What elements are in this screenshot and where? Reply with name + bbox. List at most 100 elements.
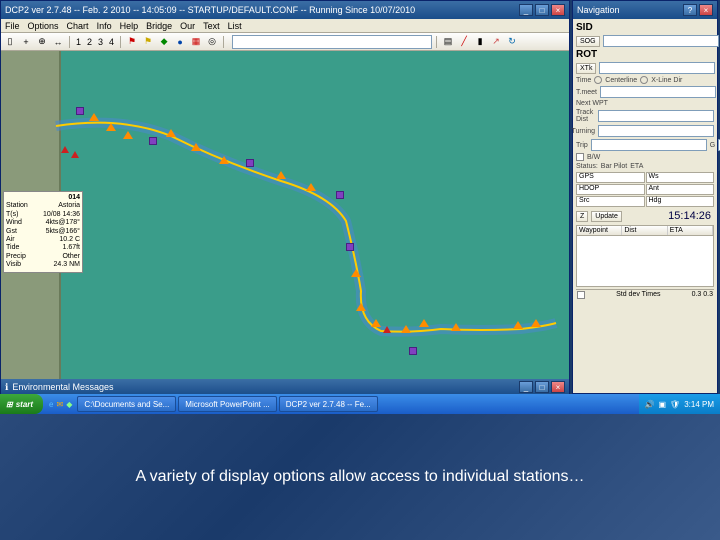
tool-globe-icon[interactable]: ● bbox=[173, 35, 187, 49]
preset-4[interactable]: 4 bbox=[107, 37, 116, 47]
tool-graph-icon[interactable]: ╱ bbox=[457, 35, 471, 49]
station-marker[interactable] bbox=[219, 156, 229, 164]
msg-maximize-button[interactable]: □ bbox=[535, 381, 549, 393]
preset-1[interactable]: 1 bbox=[74, 37, 83, 47]
msg-minimize-button[interactable]: _ bbox=[519, 381, 533, 393]
tool-select-icon[interactable]: ▯ bbox=[3, 35, 17, 49]
station-marker[interactable] bbox=[451, 323, 461, 331]
menu-text[interactable]: Text bbox=[203, 21, 220, 31]
station-marker[interactable] bbox=[336, 191, 344, 199]
menu-bridge[interactable]: Bridge bbox=[146, 21, 172, 31]
status-label: Status: bbox=[576, 163, 598, 170]
task-button[interactable]: Microsoft PowerPoint ... bbox=[178, 396, 276, 412]
sog-input[interactable] bbox=[603, 35, 719, 47]
nav-close-button[interactable]: × bbox=[699, 4, 713, 16]
turning-input[interactable] bbox=[598, 125, 714, 137]
minimize-button[interactable]: _ bbox=[519, 4, 533, 16]
station-marker[interactable] bbox=[246, 159, 254, 167]
station-marker[interactable] bbox=[71, 151, 79, 158]
menu-chart[interactable]: Chart bbox=[67, 21, 89, 31]
preset-2[interactable]: 2 bbox=[85, 37, 94, 47]
tool-flag-yellow-icon[interactable]: ⚑ bbox=[141, 35, 155, 49]
station-marker[interactable] bbox=[191, 143, 201, 151]
station-marker[interactable] bbox=[401, 325, 411, 333]
station-marker[interactable] bbox=[106, 123, 116, 131]
tool-crosshair-icon[interactable]: + bbox=[19, 35, 33, 49]
msg-close-button[interactable]: × bbox=[551, 381, 565, 393]
col-dist[interactable]: Dist bbox=[622, 226, 667, 235]
sog-button[interactable]: SOG bbox=[576, 36, 600, 47]
station-marker[interactable] bbox=[383, 326, 391, 333]
menu-list[interactable]: List bbox=[228, 21, 242, 31]
quicklaunch-outlook-icon[interactable]: ✉ bbox=[57, 400, 64, 409]
stddev-value: 0.3 0.3 bbox=[692, 291, 713, 299]
xline-radio[interactable] bbox=[640, 76, 648, 84]
tray-shield-icon[interactable]: 🛡 bbox=[670, 400, 680, 409]
tmeet-input[interactable] bbox=[600, 86, 716, 98]
menu-options[interactable]: Options bbox=[28, 21, 59, 31]
tool-flag-red-icon[interactable]: ⚑ bbox=[125, 35, 139, 49]
map-viewport[interactable]: 014 StationAstoria T(s)10/08 14:36 Wind4… bbox=[1, 51, 569, 379]
tray-volume-icon[interactable]: 🔊 bbox=[645, 400, 655, 409]
menu-our[interactable]: Our bbox=[180, 21, 195, 31]
task-button[interactable]: DCP2 ver 2.7.48 -- Fe... bbox=[279, 396, 378, 412]
tool-refresh-icon[interactable]: ↻ bbox=[505, 35, 519, 49]
bw-checkbox[interactable] bbox=[576, 153, 584, 161]
tray-network-icon[interactable]: ▣ bbox=[658, 400, 666, 409]
station-marker[interactable] bbox=[123, 131, 133, 139]
z-button[interactable]: Z bbox=[576, 211, 588, 222]
toolbar-dropdown[interactable] bbox=[232, 35, 432, 49]
col-waypoint[interactable]: Waypoint bbox=[577, 226, 622, 235]
waypoint-list[interactable]: Waypoint Dist ETA bbox=[576, 225, 714, 287]
menu-help[interactable]: Help bbox=[120, 21, 139, 31]
station-marker[interactable] bbox=[356, 303, 366, 311]
station-marker[interactable] bbox=[61, 146, 69, 153]
station-marker[interactable] bbox=[513, 321, 523, 329]
close-button[interactable]: × bbox=[551, 4, 565, 16]
station-marker[interactable] bbox=[149, 137, 157, 145]
tray-clock[interactable]: 3:14 PM bbox=[684, 400, 714, 409]
tool-list-icon[interactable]: ▤ bbox=[441, 35, 455, 49]
info-label: Wind bbox=[6, 219, 22, 227]
station-marker[interactable] bbox=[276, 171, 286, 179]
station-marker[interactable] bbox=[409, 347, 417, 355]
xtk-button[interactable]: XTk bbox=[576, 63, 596, 74]
station-marker[interactable] bbox=[351, 269, 361, 277]
info-value: 5kts@166° bbox=[46, 228, 80, 236]
station-marker[interactable] bbox=[531, 319, 541, 327]
track-dist-input[interactable] bbox=[598, 110, 714, 122]
menu-file[interactable]: File bbox=[5, 21, 20, 31]
tool-zoom-icon[interactable]: ⊕ bbox=[35, 35, 49, 49]
menu-info[interactable]: Info bbox=[97, 21, 112, 31]
col-eta[interactable]: ETA bbox=[668, 226, 713, 235]
info-label: Tide bbox=[6, 244, 19, 252]
quicklaunch-app-icon[interactable]: ◆ bbox=[66, 400, 72, 409]
station-marker[interactable] bbox=[371, 319, 381, 327]
message-bar: ℹ Environmental Messages _ □ × bbox=[1, 379, 569, 395]
maximize-button[interactable]: □ bbox=[535, 4, 549, 16]
centerline-radio[interactable] bbox=[594, 76, 602, 84]
tool-chart-icon[interactable]: ▦ bbox=[189, 35, 203, 49]
trip-input[interactable] bbox=[591, 139, 707, 151]
start-button[interactable]: ⊞ start bbox=[0, 394, 43, 414]
tool-target-icon[interactable]: ◎ bbox=[205, 35, 219, 49]
tool-trend-icon[interactable]: ↗ bbox=[489, 35, 503, 49]
tool-arrow-icon[interactable]: ↔ bbox=[51, 35, 65, 49]
tool-marker-icon[interactable]: ◆ bbox=[157, 35, 171, 49]
preset-3[interactable]: 3 bbox=[96, 37, 105, 47]
station-marker[interactable] bbox=[346, 243, 354, 251]
nav-help-button[interactable]: ? bbox=[683, 4, 697, 16]
task-label: DCP2 ver 2.7.48 -- Fe... bbox=[286, 400, 371, 409]
tool-bars-icon[interactable]: ▮ bbox=[473, 35, 487, 49]
station-marker[interactable] bbox=[306, 183, 316, 191]
task-button[interactable]: C:\Documents and Se... bbox=[77, 396, 176, 412]
stddev-checkbox[interactable] bbox=[577, 291, 585, 299]
system-tray[interactable]: 🔊 ▣ 🛡 3:14 PM bbox=[639, 394, 720, 414]
xtk-input[interactable] bbox=[599, 62, 715, 74]
station-marker[interactable] bbox=[89, 113, 99, 121]
update-button[interactable]: Update bbox=[591, 211, 622, 222]
station-marker[interactable] bbox=[419, 319, 429, 327]
quicklaunch-ie-icon[interactable]: e bbox=[49, 400, 53, 409]
station-marker[interactable] bbox=[76, 107, 84, 115]
station-marker[interactable] bbox=[166, 129, 176, 137]
